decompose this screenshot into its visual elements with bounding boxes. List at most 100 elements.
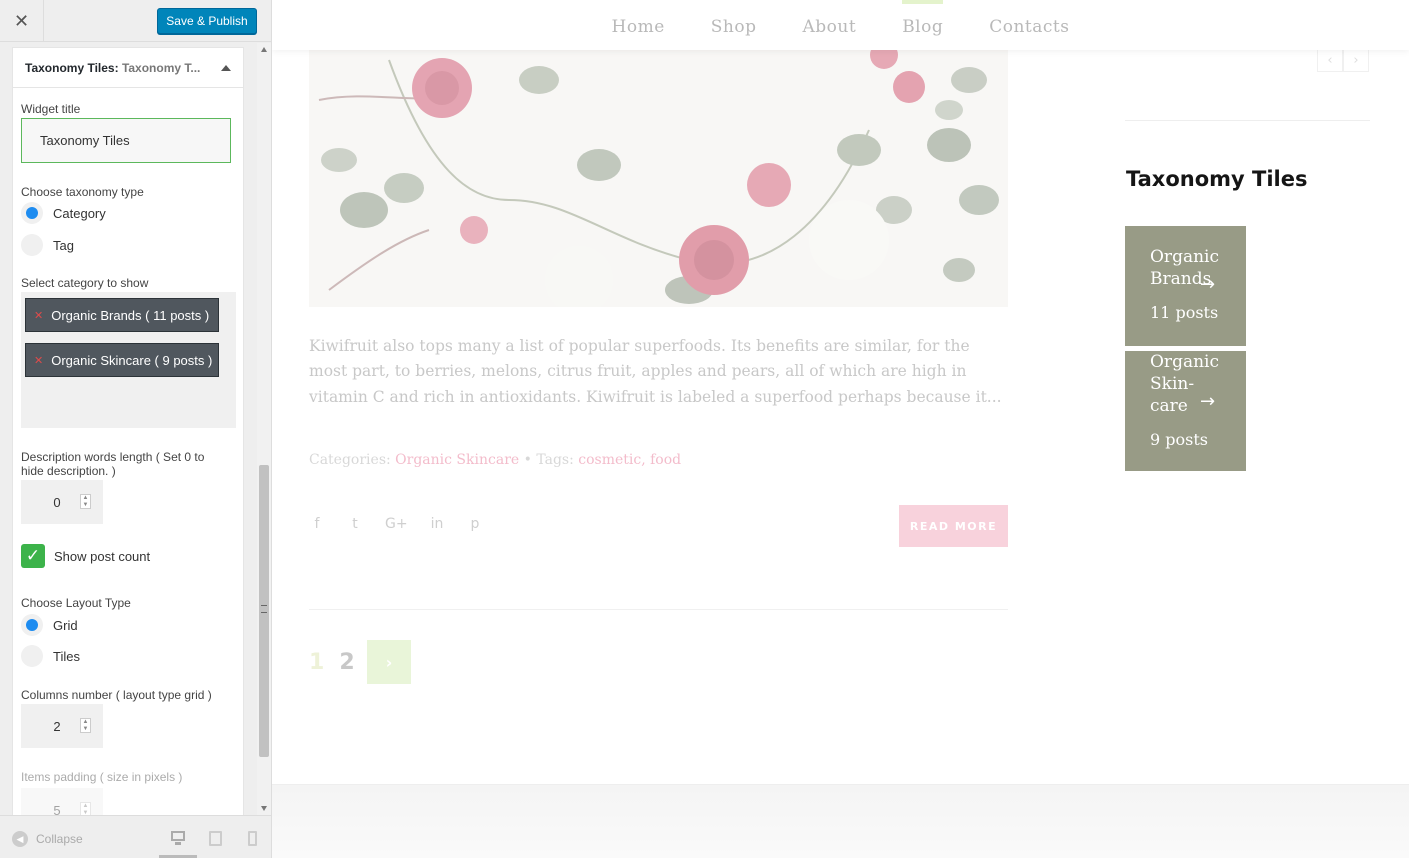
site-footer (272, 784, 1409, 858)
site-preview: Home Shop About Blog Contacts Kiwifruit … (272, 0, 1409, 858)
remove-icon[interactable]: ✕ (34, 354, 43, 367)
floral-image (318, 50, 999, 307)
widget-instance-title: Taxonomy T... (121, 60, 201, 75)
nav-item-blog[interactable]: Blog (902, 0, 944, 50)
category-chip-label: Organic Brands ( 11 posts ) (51, 307, 210, 323)
scroll-down-icon[interactable] (261, 806, 267, 811)
radio-unselected-icon[interactable] (21, 234, 43, 256)
nav-item-shop[interactable]: Shop (711, 0, 757, 50)
customizer-footer: ◀ Collapse (0, 815, 271, 858)
columns-number-value: 2 (53, 718, 61, 734)
tile-count: 9 posts (1150, 430, 1208, 449)
pagination: 1 2 › (309, 640, 411, 684)
collapse-button[interactable]: ◀ Collapse (12, 831, 83, 847)
close-icon[interactable]: ✕ (0, 0, 44, 42)
customizer-pane: Taxonomy Tiles: Taxonomy T... Widget tit… (0, 43, 256, 815)
widget-panel: Taxonomy Tiles: Taxonomy T... Widget tit… (12, 47, 244, 815)
meta-separator: • (523, 452, 532, 468)
widget-type-title: Taxonomy Tiles: (25, 60, 119, 75)
arrow-right-icon: → (1200, 274, 1216, 295)
collapse-arrow-icon[interactable] (221, 63, 231, 73)
nav-item-home[interactable]: Home (612, 0, 665, 50)
collapse-arrow-icon: ◀ (12, 831, 28, 847)
category-multiselect[interactable]: ✕ Organic Brands ( 11 posts ) ✕ Organic … (21, 292, 236, 428)
category-chip-label: Organic Skincare ( 9 posts ) (51, 352, 213, 368)
facebook-icon[interactable]: f (309, 516, 325, 532)
post-featured-image[interactable] (309, 50, 1008, 307)
category-link[interactable]: Organic Skincare (395, 452, 519, 468)
slider-arrows: ‹ › (1317, 48, 1369, 72)
customizer-header: ✕ Save & Publish (0, 0, 271, 42)
widget-title-input[interactable]: Taxonomy Tiles (21, 118, 231, 163)
radio-selected-icon[interactable] (21, 614, 43, 636)
radio-category[interactable]: Category (21, 202, 106, 224)
widget-header[interactable]: Taxonomy Tiles: Taxonomy T... (13, 48, 243, 88)
taxonomy-tile[interactable]: Organic Brands 11 posts → (1125, 226, 1246, 346)
radio-tag-label: Tag (53, 237, 74, 253)
tile-name: Organic Brands (1150, 247, 1219, 289)
post-meta: Categories: Organic Skincare • Tags: cos… (309, 452, 681, 468)
google-plus-icon[interactable]: G+ (385, 516, 408, 532)
items-padding-input[interactable]: 5 ▲ ▼ (21, 788, 103, 815)
page-link-current[interactable]: 1 (309, 650, 327, 675)
page-link[interactable]: 2 (327, 650, 367, 675)
items-padding-value: 5 (53, 802, 61, 816)
columns-number-label: Columns number ( layout type grid ) (21, 688, 212, 702)
description-length-value: 0 (53, 494, 61, 510)
tags-label: Tags: (536, 452, 574, 468)
taxonomy-type-label: Choose taxonomy type (21, 185, 144, 199)
radio-category-label: Category (53, 205, 106, 221)
scroll-up-icon[interactable] (261, 47, 267, 52)
customizer-scrollbar[interactable] (257, 43, 271, 815)
radio-tiles-label: Tiles (53, 648, 80, 664)
radio-tag[interactable]: Tag (21, 234, 74, 256)
categories-label: Categories: (309, 452, 391, 468)
description-length-label: Description words length ( Set 0 to hide… (21, 450, 205, 478)
sidebar-widget-title: Taxonomy Tiles (1126, 167, 1308, 191)
mobile-icon[interactable] (248, 830, 264, 846)
tags-link[interactable]: cosmetic, food (578, 452, 681, 468)
twitter-icon[interactable]: t (347, 516, 363, 532)
collapse-label: Collapse (36, 832, 83, 846)
spinner-arrows-icon[interactable]: ▲ ▼ (80, 494, 91, 509)
chevron-right-icon[interactable]: › (1343, 48, 1369, 72)
read-more-button[interactable]: READ MORE (899, 505, 1008, 547)
checkbox-checked-icon[interactable]: ✓ (21, 544, 45, 568)
pinterest-icon[interactable]: p (467, 516, 483, 532)
category-chip[interactable]: ✕ Organic Skincare ( 9 posts ) (25, 343, 219, 377)
social-share: f t G+ in p (309, 516, 505, 532)
tablet-icon[interactable] (208, 830, 224, 846)
layout-type-label: Choose Layout Type (21, 596, 131, 610)
next-page-icon[interactable]: › (367, 640, 411, 684)
items-padding-label: Items padding ( size in pixels ) (21, 770, 183, 784)
customizer-sidebar: ✕ Save & Publish Taxonomy Tiles: Taxonom… (0, 0, 272, 858)
radio-grid-label: Grid (53, 617, 78, 633)
linkedin-icon[interactable]: in (429, 516, 445, 532)
category-chip[interactable]: ✕ Organic Brands ( 11 posts ) (25, 298, 219, 332)
post-excerpt: Kiwifruit also tops many a list of popul… (309, 337, 1002, 406)
spinner-arrows-icon[interactable]: ▲ ▼ (80, 718, 91, 733)
sidebar-divider (1125, 120, 1370, 121)
nav-item-contacts[interactable]: Contacts (989, 0, 1069, 50)
tile-count: 11 posts (1150, 303, 1219, 322)
widget-title-label: Widget title (21, 102, 81, 116)
radio-grid[interactable]: Grid (21, 614, 78, 636)
description-length-input[interactable]: 0 ▲ ▼ (21, 480, 103, 524)
radio-selected-icon[interactable] (21, 202, 43, 224)
spinner-arrows-icon[interactable]: ▲ ▼ (80, 802, 91, 815)
show-post-count-label: Show post count (54, 549, 151, 564)
save-publish-button[interactable]: Save & Publish (157, 8, 257, 34)
chevron-left-icon[interactable]: ‹ (1317, 48, 1343, 72)
grip-icon (261, 605, 267, 613)
columns-number-input[interactable]: 2 ▲ ▼ (21, 704, 103, 748)
radio-unselected-icon[interactable] (21, 645, 43, 667)
remove-icon[interactable]: ✕ (34, 309, 43, 322)
radio-tiles[interactable]: Tiles (21, 645, 80, 667)
taxonomy-tile[interactable]: Organic Skin-care 9 posts → (1125, 351, 1246, 471)
select-category-label: Select category to show (21, 276, 149, 290)
nav-item-about[interactable]: About (803, 0, 857, 50)
arrow-right-icon: → (1200, 391, 1216, 412)
desktop-icon[interactable] (170, 830, 186, 846)
post-divider (309, 609, 1008, 610)
main-navigation: Home Shop About Blog Contacts (272, 0, 1409, 50)
